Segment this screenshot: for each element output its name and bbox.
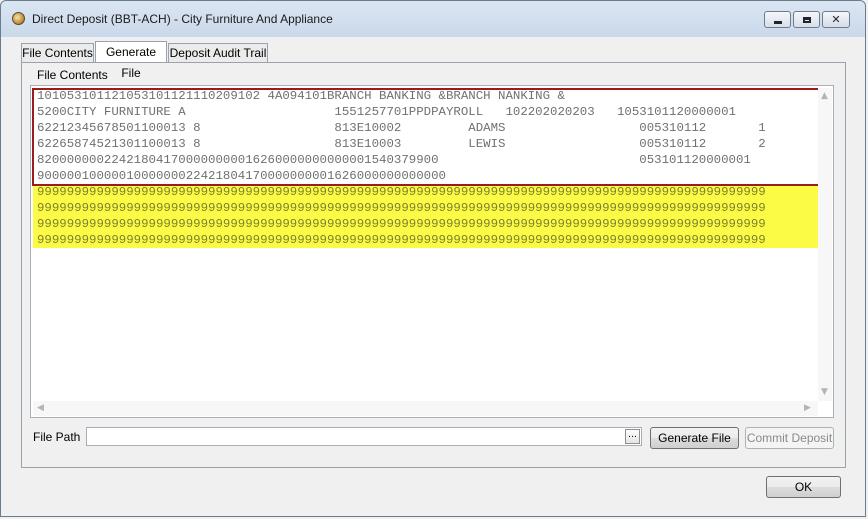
ach-file-header-record: 101053101121053101121110209102 4A094101B… bbox=[37, 89, 565, 103]
vertical-scrollbar[interactable]: ▲ ▼ bbox=[818, 88, 832, 401]
title-bar[interactable]: Direct Deposit (BBT-ACH) - City Furnitur… bbox=[1, 1, 865, 37]
ach-entry-detail-record: 62265874521301100013 8 813E10003 LEWIS 0… bbox=[37, 137, 766, 151]
minimize-icon bbox=[773, 21, 782, 24]
file-path-label: File Path bbox=[33, 430, 81, 444]
ach-filler-record: 9999999999999999999999999999999999999999… bbox=[33, 232, 820, 248]
ach-filler-record: 9999999999999999999999999999999999999999… bbox=[33, 184, 820, 200]
generate-file-button[interactable]: Generate File bbox=[650, 427, 739, 449]
ach-filler-record: 9999999999999999999999999999999999999999… bbox=[33, 200, 820, 216]
scroll-left-icon[interactable]: ◀ bbox=[37, 404, 44, 413]
file-contents-group-label: File Contents bbox=[37, 68, 108, 82]
ok-button[interactable]: OK bbox=[766, 476, 841, 498]
window-title: Direct Deposit (BBT-ACH) - City Furnitur… bbox=[32, 12, 333, 26]
browse-button[interactable]: … bbox=[625, 429, 640, 444]
tab-deposit-audit-trail[interactable]: Deposit Audit Trail bbox=[168, 43, 268, 62]
ach-file-lines: 101053101121053101121110209102 4A094101B… bbox=[33, 88, 820, 248]
file-path-input[interactable] bbox=[86, 427, 642, 446]
scroll-up-icon[interactable]: ▲ bbox=[821, 92, 828, 101]
scroll-right-icon[interactable]: ▶ bbox=[804, 404, 811, 413]
file-contents-textbox[interactable]: 101053101121053101121110209102 4A094101B… bbox=[30, 85, 834, 418]
ach-batch-control-record: 8200000002242180417000000000162600000000… bbox=[37, 153, 751, 167]
commit-deposit-button[interactable]: Commit Deposit bbox=[745, 427, 834, 449]
ach-entry-detail-record: 62212345678501100013 8 813E10002 ADAMS 0… bbox=[37, 121, 766, 135]
minimize-button[interactable] bbox=[764, 11, 791, 28]
app-icon bbox=[12, 12, 25, 25]
maximize-icon bbox=[802, 16, 811, 23]
ach-filler-record: 9999999999999999999999999999999999999999… bbox=[33, 216, 820, 232]
tab-generate-file[interactable]: Generate File bbox=[95, 41, 167, 80]
tab-file-contents[interactable]: File Contents bbox=[21, 43, 94, 62]
ach-file-control-record: 9000001000001000000022421804170000000001… bbox=[37, 169, 446, 183]
maximize-button[interactable] bbox=[793, 11, 820, 28]
scroll-down-icon[interactable]: ▼ bbox=[821, 388, 828, 397]
close-button[interactable]: ✕ bbox=[822, 11, 850, 28]
close-icon: ✕ bbox=[831, 13, 841, 26]
horizontal-scrollbar[interactable]: ◀ ▶ bbox=[33, 401, 818, 416]
ach-batch-header-record: 5200CITY FURNITURE A 1551257701PPDPAYROL… bbox=[37, 105, 736, 119]
